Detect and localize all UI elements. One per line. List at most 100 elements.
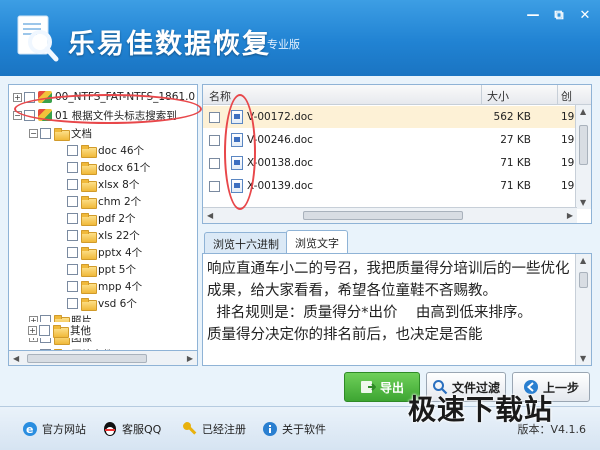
- row-checkbox[interactable]: [209, 180, 220, 192]
- column-name-header[interactable]: 名称: [209, 88, 231, 104]
- about-link[interactable]: 关于软件: [262, 421, 326, 437]
- registered-link[interactable]: 已经注册: [182, 421, 246, 437]
- watermark: 极速下载站: [408, 393, 554, 426]
- support-qq-link[interactable]: 客服QQ: [102, 421, 161, 437]
- folder-icon: [81, 161, 97, 175]
- tree-item[interactable]: docx 61个: [67, 159, 150, 175]
- expand-toggle[interactable]: +: [28, 325, 37, 335]
- tree-item-label: 00_NTFS_FAT-NTFS_1861.0: [55, 91, 196, 103]
- tree-checkbox[interactable]: [24, 109, 35, 121]
- table-row[interactable]: X-00138.doc 71 KB 19: [203, 152, 575, 174]
- tree-item[interactable]: ppt 5个: [67, 261, 136, 277]
- tab-text-view[interactable]: 浏览文字: [286, 230, 348, 254]
- folder-icon: [81, 178, 97, 192]
- tree-item-label: docx 61个: [98, 161, 151, 174]
- scroll-thumb[interactable]: [579, 125, 588, 165]
- file-date: 19: [561, 157, 575, 169]
- close-button[interactable]: ✕: [574, 6, 596, 24]
- list-vertical-scrollbar[interactable]: ▲ ▼: [575, 105, 591, 209]
- magnifier-document-icon: [17, 15, 59, 62]
- row-checkbox[interactable]: [209, 134, 220, 146]
- tree-item-label: pptx 4个: [98, 246, 143, 259]
- scroll-right-icon[interactable]: ▶: [187, 354, 193, 363]
- list-header: 名称 大小 创: [203, 85, 591, 105]
- app-title: 乐易佳数据恢复: [68, 29, 271, 60]
- tree-item[interactable]: xls 22个: [67, 227, 140, 243]
- tree-checkbox[interactable]: [40, 127, 51, 139]
- tree-item-label: ppt 5个: [98, 263, 136, 276]
- tree-checkbox[interactable]: [24, 91, 35, 103]
- scroll-thumb[interactable]: [303, 211, 463, 220]
- tab-hex-view[interactable]: 浏览十六进制: [204, 232, 288, 254]
- export-label: 导出: [379, 380, 404, 395]
- tree-item-label: xlsx 8个: [98, 178, 140, 191]
- tree-checkbox[interactable]: [67, 195, 78, 207]
- tree-checkbox[interactable]: [67, 280, 78, 292]
- official-site-link[interactable]: e 官方网站: [22, 421, 86, 437]
- scroll-left-icon[interactable]: ◀: [207, 211, 213, 220]
- folder-icon: [81, 246, 97, 260]
- scroll-up-icon[interactable]: ▲: [580, 256, 586, 265]
- scroll-thumb[interactable]: [579, 272, 588, 288]
- scroll-right-icon[interactable]: ▶: [567, 211, 573, 220]
- row-checkbox[interactable]: [209, 157, 220, 169]
- title-bar: 乐易佳数据恢复 专业版 — ⧉ ✕: [0, 0, 600, 76]
- minimize-button[interactable]: —: [522, 6, 544, 24]
- word-doc-icon: [231, 110, 243, 124]
- tree-checkbox[interactable]: [67, 161, 78, 173]
- tree-checkbox[interactable]: [67, 246, 78, 258]
- tree-item[interactable]: chm 2个: [67, 193, 141, 209]
- info-icon: [263, 422, 277, 436]
- tree-checkbox[interactable]: [67, 229, 78, 241]
- column-size-header[interactable]: 大小: [487, 88, 509, 104]
- tree-item-label: chm 2个: [98, 195, 142, 208]
- svg-text:e: e: [26, 423, 33, 436]
- main-area: + 00_NTFS_FAT-NTFS_1861.0 − 01 根据文件头标志搜索…: [0, 76, 600, 406]
- tree-checkbox[interactable]: [67, 178, 78, 190]
- tree-item[interactable]: − 文档: [29, 125, 92, 141]
- scroll-up-icon[interactable]: ▲: [580, 107, 586, 116]
- word-doc-icon: [231, 133, 243, 147]
- drive-icon: [38, 91, 52, 103]
- tree-item[interactable]: vsd 6个: [67, 295, 137, 311]
- tree-item[interactable]: doc 46个: [67, 142, 144, 158]
- folder-icon: [53, 324, 69, 338]
- list-horizontal-scrollbar[interactable]: ◀ ▶: [203, 207, 577, 223]
- scroll-left-icon[interactable]: ◀: [13, 354, 19, 363]
- key-icon: [183, 422, 197, 435]
- tree-item-label: mpp 4个: [98, 280, 143, 293]
- tree-checkbox[interactable]: [67, 297, 78, 309]
- tree-item[interactable]: pdf 2个: [67, 210, 136, 226]
- text-preview: 响应直通车小二的号召，我把质量得分培训后的一些优化成果，给大家看看，希望各位童鞋…: [202, 253, 592, 366]
- column-created-header[interactable]: 创: [561, 88, 572, 104]
- folder-icon: [81, 195, 97, 209]
- tree-item[interactable]: − 01 根据文件头标志搜索到: [13, 107, 177, 123]
- scroll-down-icon[interactable]: ▼: [580, 198, 586, 207]
- table-row[interactable]: V-00246.doc 27 KB 19: [203, 129, 575, 151]
- support-qq-label: 客服QQ: [122, 423, 162, 436]
- preview-scrollbar[interactable]: ▲ ▼: [575, 254, 591, 365]
- tree-horizontal-scrollbar[interactable]: ◀ ▶: [8, 350, 198, 366]
- tree-item[interactable]: + 00_NTFS_FAT-NTFS_1861.0: [13, 89, 195, 105]
- table-row[interactable]: X-00139.doc 71 KB 19: [203, 175, 575, 197]
- file-name: V-00172.doc: [247, 111, 313, 123]
- table-row[interactable]: V-00172.doc 562 KB 19: [203, 106, 575, 128]
- tree-checkbox[interactable]: [67, 144, 78, 156]
- scroll-down-icon[interactable]: ▼: [580, 354, 586, 363]
- tree-item[interactable]: pptx 4个: [67, 244, 142, 260]
- file-size: 71 KB: [500, 157, 531, 169]
- collapse-toggle[interactable]: −: [13, 110, 22, 120]
- tree-checkbox[interactable]: [39, 324, 50, 336]
- folder-icon: [81, 144, 97, 158]
- row-checkbox[interactable]: [209, 111, 220, 123]
- scroll-thumb[interactable]: [27, 354, 147, 363]
- tree-checkbox[interactable]: [67, 263, 78, 275]
- tree-checkbox[interactable]: [67, 212, 78, 224]
- file-date: 19: [561, 180, 575, 192]
- collapse-toggle[interactable]: −: [29, 128, 38, 138]
- tree-item[interactable]: + 其他: [28, 322, 91, 338]
- restore-button[interactable]: ⧉: [548, 6, 570, 24]
- expand-toggle[interactable]: +: [13, 92, 22, 102]
- tree-item[interactable]: mpp 4个: [67, 278, 142, 294]
- tree-item[interactable]: xlsx 8个: [67, 176, 139, 192]
